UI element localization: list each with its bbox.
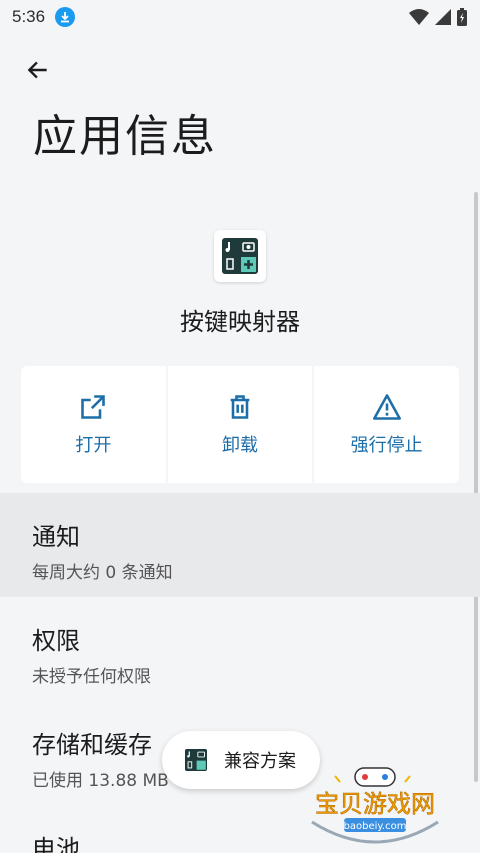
watermark-url: baobeiy.com	[344, 821, 407, 832]
open-button[interactable]: 打开	[21, 366, 166, 483]
uninstall-button-label: 卸载	[222, 434, 258, 456]
open-button-label: 打开	[75, 434, 112, 456]
notifications-item[interactable]: 通知 每周大约 0 条通知	[0, 493, 480, 597]
uninstall-button[interactable]: 卸载	[167, 366, 313, 483]
permissions-subtitle: 未授予任何权限	[32, 667, 151, 687]
compat-solution-label: 兼容方案	[224, 751, 296, 772]
app-name: 按键映射器	[180, 308, 300, 336]
battery-icon	[457, 8, 467, 26]
signal-icon	[435, 9, 451, 25]
action-row: 打开 卸载 强行停止	[21, 366, 460, 483]
force-stop-button[interactable]: 强行停止	[314, 366, 460, 483]
notifications-title: 通知	[32, 523, 80, 551]
warning-icon	[372, 393, 401, 420]
page-title: 应用信息	[33, 111, 217, 162]
wifi-icon	[409, 9, 429, 25]
notifications-subtitle: 每周大约 0 条通知	[32, 563, 173, 583]
permissions-item[interactable]: 权限 未授予任何权限	[0, 597, 480, 701]
status-time: 5:36	[12, 7, 46, 26]
status-bar: 5:36	[0, 0, 480, 34]
compat-solution-button[interactable]: 兼容方案	[162, 731, 320, 789]
download-notification-icon	[55, 7, 76, 27]
status-icons	[408, 7, 468, 27]
app-icon-small	[182, 746, 210, 774]
permissions-title: 权限	[32, 627, 80, 655]
watermark-text: 宝贝游戏网	[315, 790, 435, 818]
watermark-logo: 宝贝游戏网 baobeiy.com	[300, 762, 450, 848]
force-stop-button-label: 强行停止	[350, 434, 423, 456]
arrow-back-icon	[27, 61, 47, 79]
gamepad-icon	[354, 767, 396, 787]
back-button[interactable]	[18, 50, 58, 90]
open-external-icon	[81, 394, 106, 419]
trash-icon	[230, 394, 250, 419]
app-icon	[214, 230, 266, 282]
